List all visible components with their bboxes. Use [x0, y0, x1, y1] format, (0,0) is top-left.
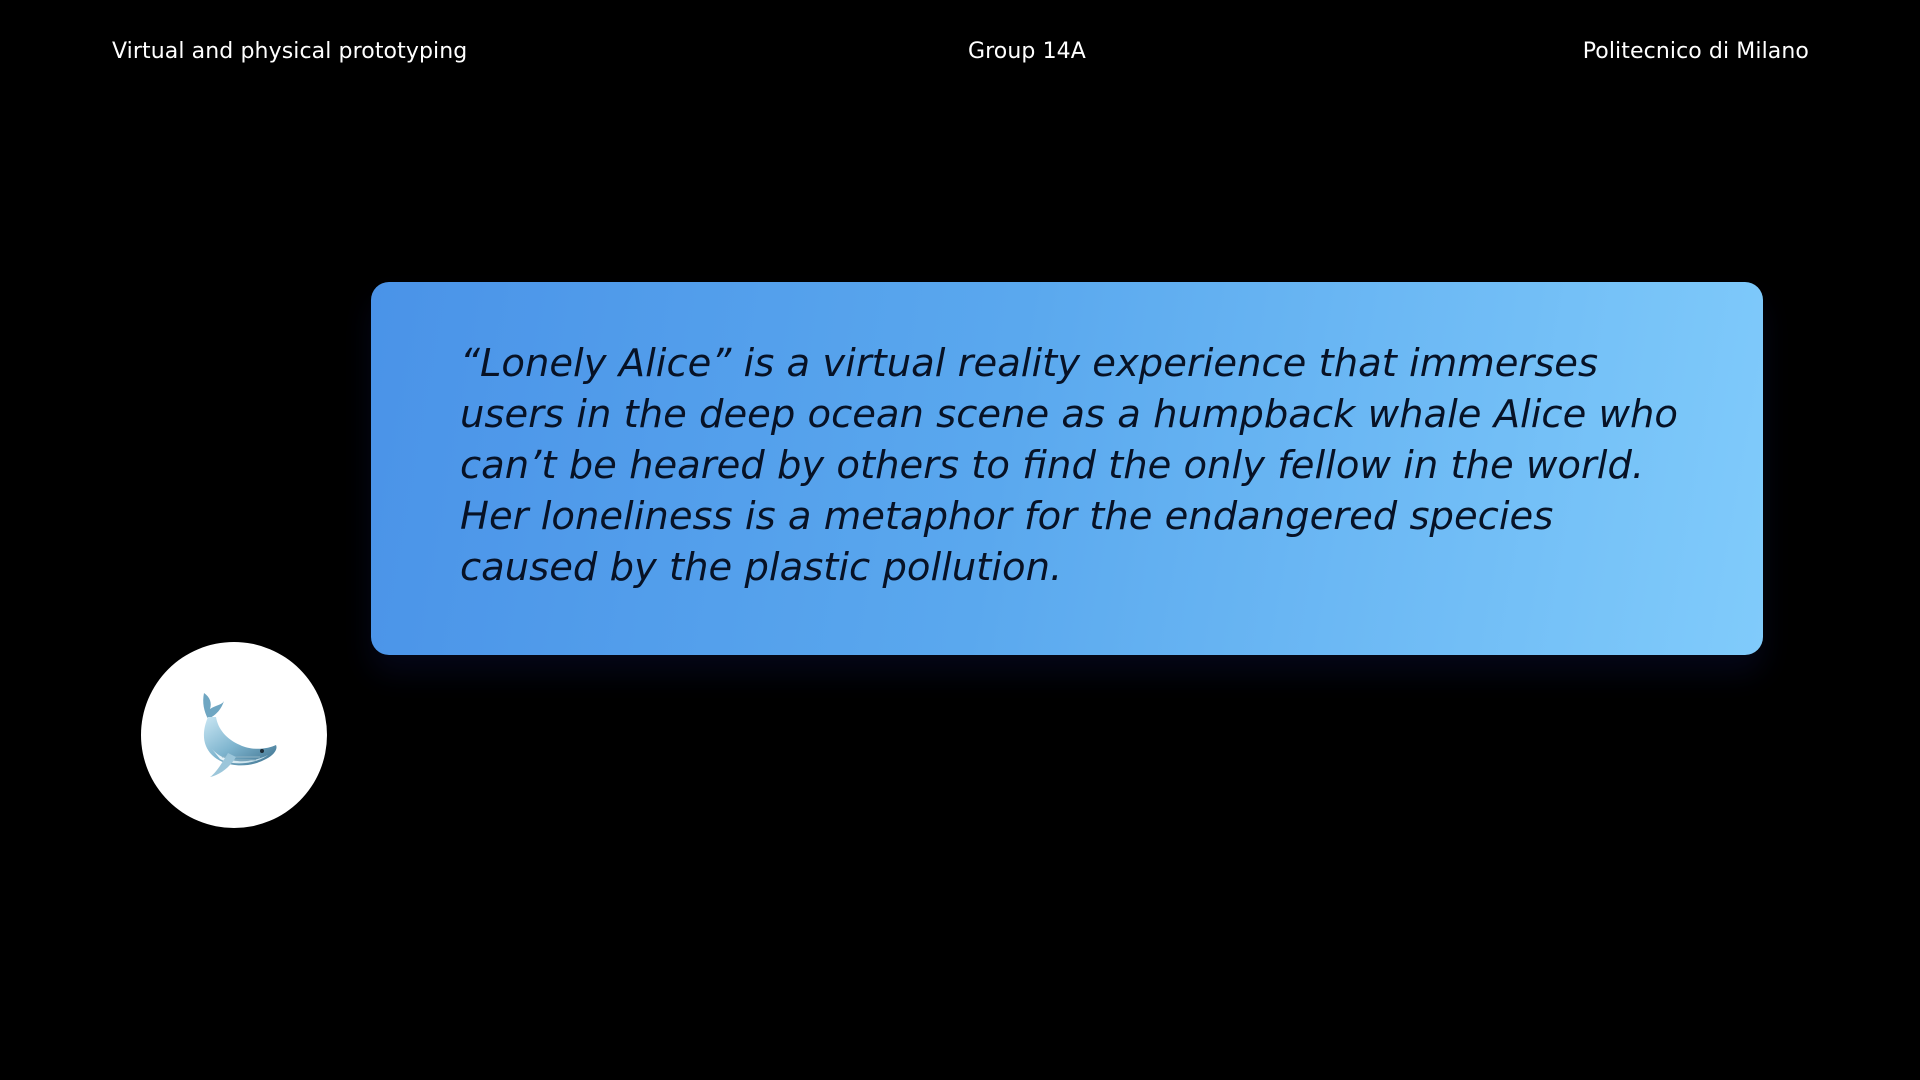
avatar — [141, 642, 327, 828]
whale-icon — [203, 693, 277, 777]
header-university: Politecnico di Milano — [1582, 39, 1809, 64]
header-course-title: Virtual and physical prototyping — [112, 39, 468, 64]
header-group-label: Group 14A — [968, 39, 1086, 64]
message-bubble: “Lonely Alice” is a virtual reality expe… — [371, 282, 1763, 655]
message-text: “Lonely Alice” is a virtual reality expe… — [460, 341, 1678, 590]
